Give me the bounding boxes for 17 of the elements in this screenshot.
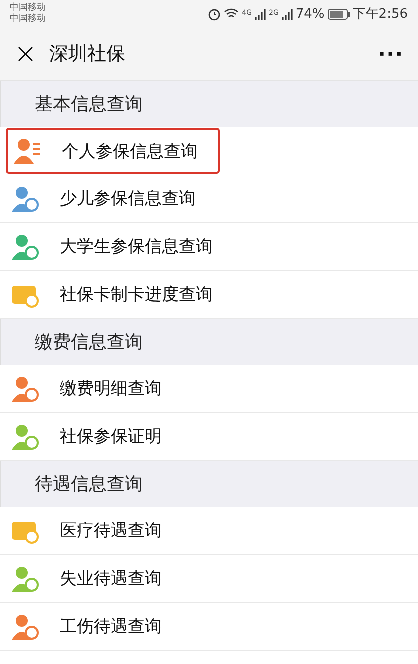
page-title: 深圳社保 [49, 42, 126, 67]
section-header: 待遇信息查询 [0, 461, 418, 507]
signal-icon [255, 8, 266, 20]
alarm-icon [208, 8, 222, 20]
wifi-icon [224, 8, 240, 20]
more-button[interactable]: ··· [378, 42, 404, 66]
menu-item[interactable]: 个人参保信息查询 [6, 128, 220, 174]
carrier-name: 中国移动 [10, 14, 46, 25]
section-header: 基本信息查询 [0, 81, 418, 127]
person-card-icon [12, 136, 42, 166]
battery-percent: 74% [296, 6, 325, 22]
carrier-name: 中国移动 [10, 3, 46, 14]
battery-icon [328, 8, 350, 20]
signal-icon [282, 8, 293, 20]
section-header: 缴费信息查询 [0, 319, 418, 365]
clock-time: 下午2:56 [352, 6, 408, 23]
close-button[interactable]: × [14, 40, 38, 68]
